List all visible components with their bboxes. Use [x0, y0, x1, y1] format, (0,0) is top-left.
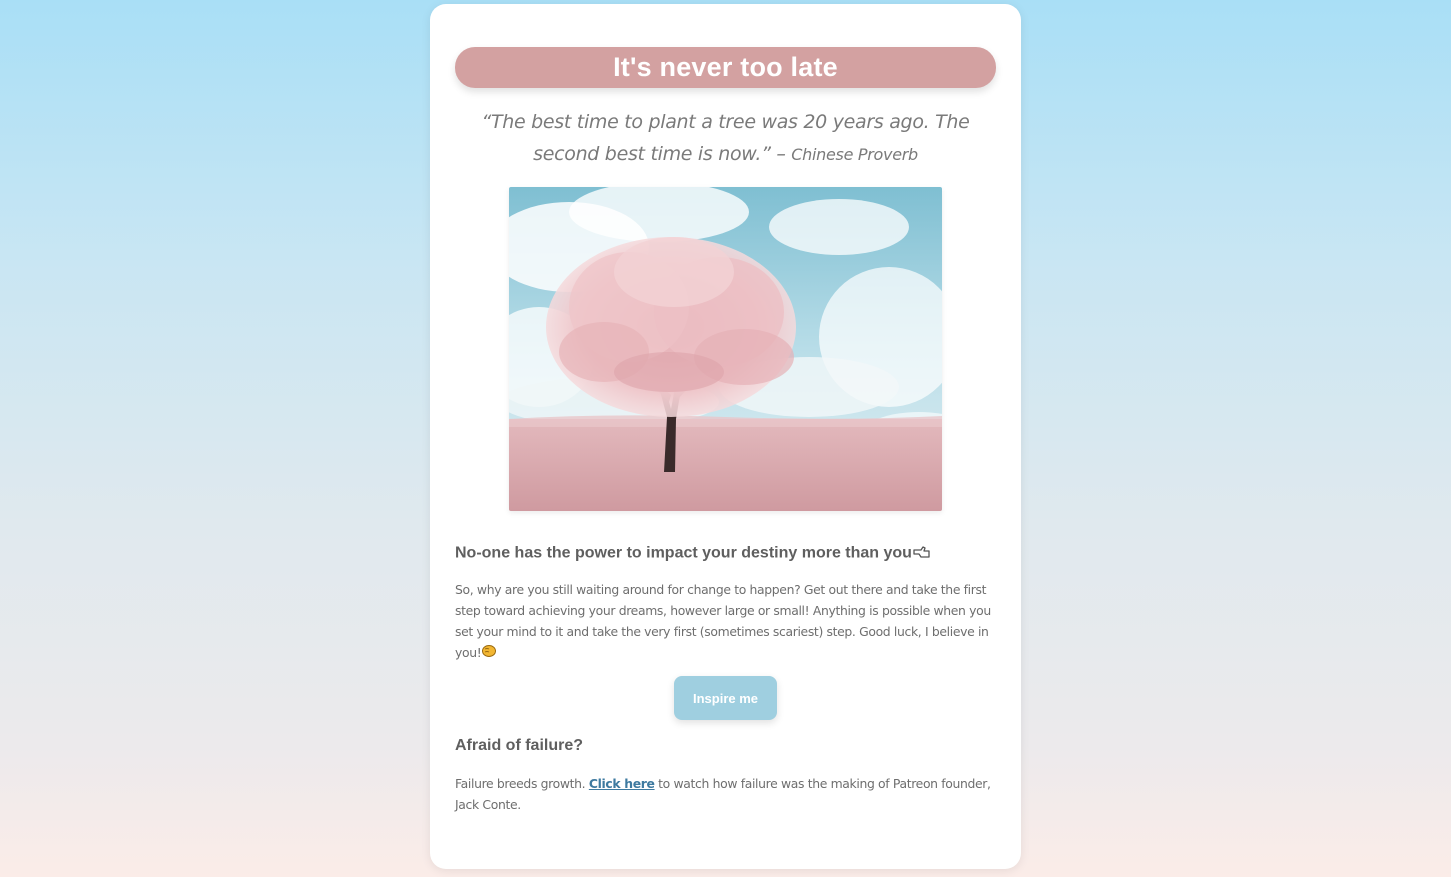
pink-tree-photo-icon	[509, 187, 942, 511]
destiny-heading-text: No-one has the power to impact your dest…	[455, 544, 912, 562]
encouragement-paragraph: So, why are you still waiting around for…	[455, 579, 996, 664]
content-card: It's never too late “The best time to pl…	[430, 4, 1021, 869]
quote: “The best time to plant a tree was 20 ye…	[455, 106, 996, 171]
failure-text-before: Failure breeds growth.	[455, 776, 586, 791]
title-banner: It's never too late	[455, 47, 996, 88]
hero-image	[509, 187, 942, 511]
pointing-hand-icon	[912, 543, 932, 564]
failure-paragraph: Failure breeds growth. Click here to wat…	[455, 773, 996, 815]
encouragement-text: So, why are you still waiting around for…	[455, 582, 991, 660]
click-here-link[interactable]: Click here	[589, 776, 655, 791]
page-title: It's never too late	[613, 52, 838, 82]
quote-attribution: Chinese Proverb	[791, 145, 918, 164]
destiny-heading: No-one has the power to impact your dest…	[455, 543, 932, 564]
fist-bump-icon	[481, 643, 497, 664]
failure-heading: Afraid of failure?	[455, 737, 584, 754]
inspire-me-button[interactable]: Inspire me	[674, 676, 777, 720]
